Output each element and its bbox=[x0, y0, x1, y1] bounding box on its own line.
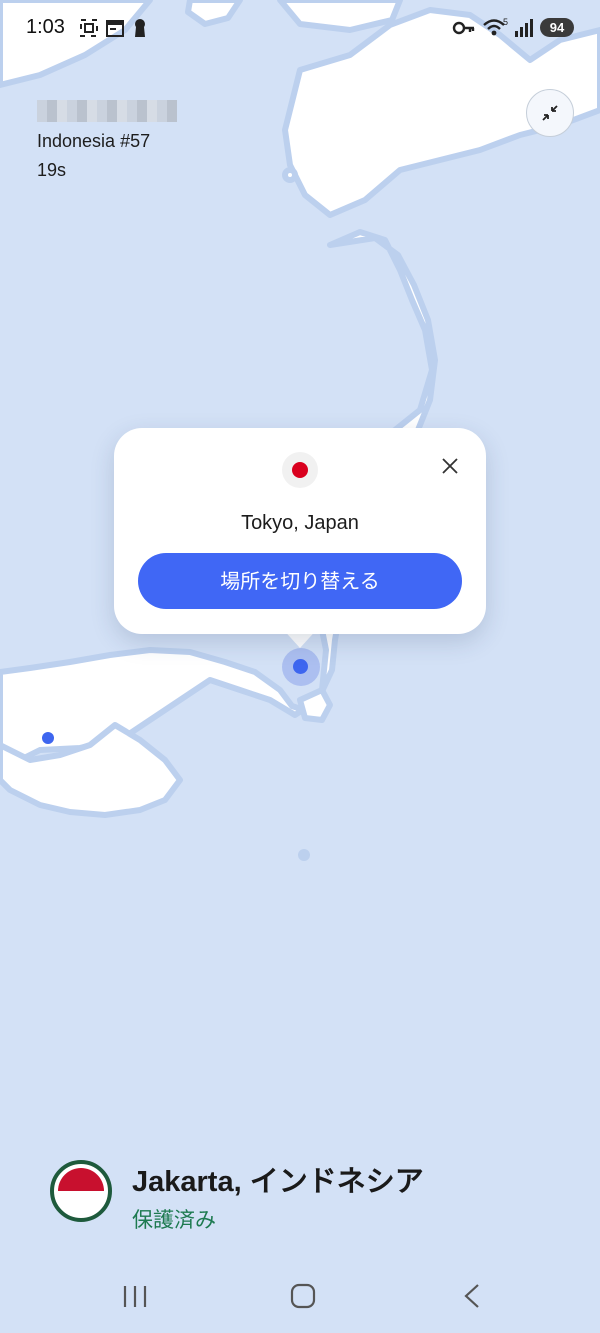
current-location-title: Jakarta, インドネシア bbox=[132, 1166, 424, 1198]
japan-flag-icon bbox=[282, 452, 318, 488]
protection-status: 保護済み bbox=[132, 1208, 216, 1232]
wifi-icon: 5 bbox=[483, 17, 508, 36]
status-bar: 1:03 5 94 bbox=[0, 0, 600, 56]
keyhole-icon bbox=[135, 19, 145, 37]
vpn-map-screen: 1:03 5 94 Indonesia #57 19s Tokyo, Japan… bbox=[0, 0, 600, 1333]
popup-city-name: Tokyo, Japan bbox=[241, 512, 359, 534]
collapse-map-button[interactable] bbox=[526, 89, 574, 137]
back-button[interactable] bbox=[464, 1284, 479, 1308]
redacted-ip bbox=[37, 100, 177, 122]
land-boso bbox=[297, 687, 333, 723]
switch-location-button[interactable]: 場所を切り替える bbox=[138, 553, 462, 609]
home-button[interactable] bbox=[290, 1283, 316, 1309]
selected-server-pin[interactable] bbox=[293, 659, 308, 674]
navigation-bar bbox=[110, 1272, 479, 1322]
indonesia-flag-icon bbox=[50, 1160, 112, 1222]
signal-icon bbox=[515, 19, 533, 37]
connection-info: Indonesia #57 19s bbox=[37, 100, 177, 189]
server-name: Indonesia #57 bbox=[37, 131, 151, 151]
connection-duration: 19s bbox=[37, 160, 67, 180]
current-location-card[interactable]: Jakarta, インドネシア 保護済み bbox=[0, 1150, 600, 1250]
recent-apps-button[interactable] bbox=[110, 1272, 160, 1322]
close-icon[interactable] bbox=[436, 452, 464, 480]
vpn-key-icon bbox=[452, 21, 475, 35]
screenshot-icon bbox=[80, 19, 98, 37]
collapse-icon bbox=[542, 105, 558, 121]
wifi-badge: 5 bbox=[503, 17, 508, 27]
calendar-icon bbox=[106, 20, 124, 37]
battery-indicator: 94 bbox=[540, 18, 574, 37]
location-popup: Tokyo, Japan 場所を切り替える bbox=[114, 428, 486, 634]
server-pin[interactable] bbox=[42, 732, 54, 744]
status-time: 1:03 bbox=[26, 16, 65, 38]
